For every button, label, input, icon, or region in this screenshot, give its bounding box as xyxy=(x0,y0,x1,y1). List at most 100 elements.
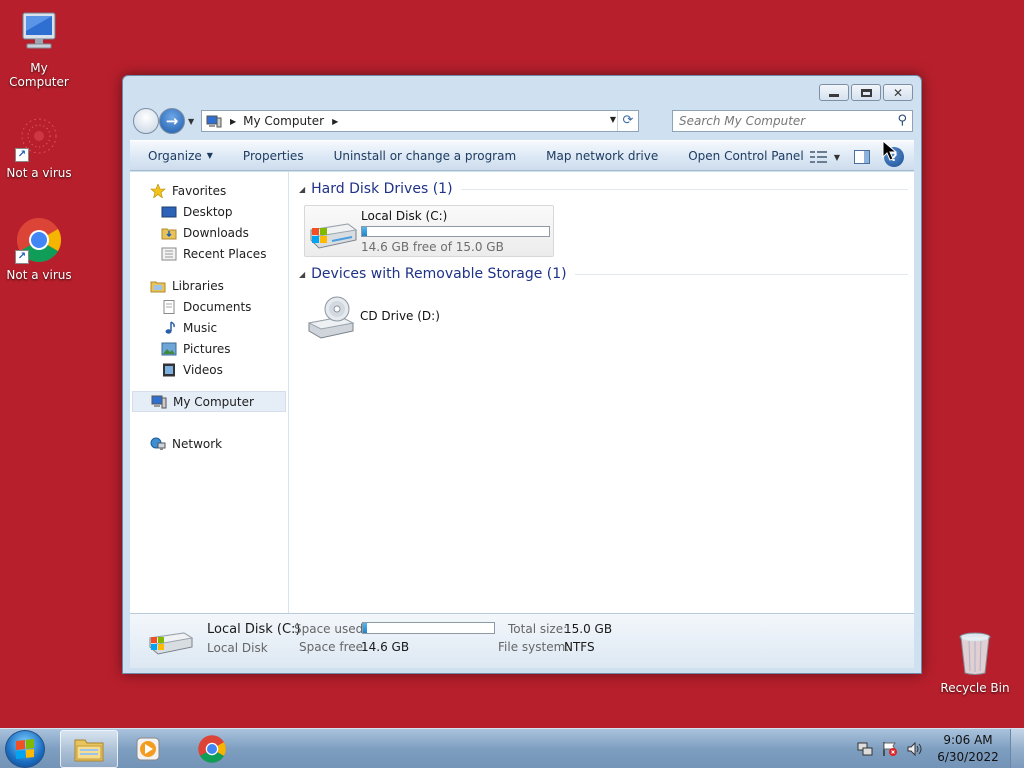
volume-icon[interactable] xyxy=(907,741,923,757)
minimize-button[interactable] xyxy=(819,84,849,101)
uninstall-program-button[interactable]: Uninstall or change a program xyxy=(319,141,532,170)
maximize-button[interactable] xyxy=(851,84,881,101)
change-view-button[interactable]: ▼ xyxy=(809,150,840,164)
breadcrumb-location[interactable]: My Computer xyxy=(243,114,324,128)
show-desktop-button[interactable] xyxy=(1010,729,1024,768)
window-controls: ✕ xyxy=(819,84,913,101)
nav-videos[interactable]: Videos xyxy=(130,359,288,380)
nav-my-computer[interactable]: My Computer xyxy=(132,391,286,412)
mouse-cursor-icon xyxy=(882,140,898,161)
nav-label: Recent Places xyxy=(183,246,267,261)
folder-icon xyxy=(74,739,104,762)
desktop-icon-label: My Computer xyxy=(9,61,69,89)
desktop-icon-my-computer[interactable]: My Computer xyxy=(0,9,79,89)
back-button[interactable] xyxy=(133,108,159,134)
close-button[interactable]: ✕ xyxy=(883,84,913,101)
map-network-drive-button[interactable]: Map network drive xyxy=(531,141,673,170)
breadcrumb-chevron-icon[interactable]: ▶ xyxy=(230,117,236,126)
drive-d-item[interactable]: CD Drive (D:) xyxy=(307,293,914,343)
search-input[interactable]: Search My Computer ⚲ xyxy=(672,110,913,132)
nav-label: Favorites xyxy=(172,183,227,198)
chevron-down-icon: ▼ xyxy=(206,151,213,160)
refresh-icon[interactable]: ⟳ xyxy=(617,111,638,131)
system-tray: 9:06 AM 6/30/2022 xyxy=(857,729,1024,768)
nav-pictures[interactable]: Pictures xyxy=(130,338,288,359)
breadcrumb-chevron-icon[interactable]: ▶ xyxy=(332,117,338,126)
properties-button[interactable]: Properties xyxy=(228,141,319,170)
preview-pane-icon[interactable] xyxy=(854,150,870,164)
recent-places-icon xyxy=(161,247,177,261)
address-bar[interactable]: ▶ My Computer ▶ ▼ ⟳ xyxy=(201,110,639,132)
action-center-flag-icon[interactable] xyxy=(882,741,898,757)
recent-pages-dropdown-icon[interactable]: ▼ xyxy=(188,117,194,126)
file-system-value: NTFS xyxy=(564,640,595,654)
drive-c-usage-bar xyxy=(361,226,550,237)
search-icon[interactable]: ⚲ xyxy=(897,113,907,128)
nav-favorites[interactable]: Favorites xyxy=(130,180,288,201)
group-header-label: Devices with Removable Storage (1) xyxy=(311,266,567,282)
divider xyxy=(574,273,908,275)
nav-label: Music xyxy=(183,320,218,335)
organize-label: Organize xyxy=(148,148,202,163)
drive-d-name: CD Drive (D:) xyxy=(360,309,440,323)
start-button[interactable] xyxy=(5,730,45,768)
open-control-panel-button[interactable]: Open Control Panel xyxy=(673,141,818,170)
address-dropdown-icon[interactable]: ▼ xyxy=(610,115,616,124)
computer-icon xyxy=(206,115,222,128)
pictures-icon xyxy=(161,342,177,356)
cd-drive-icon xyxy=(307,295,355,341)
explorer-window[interactable]: ✕ → ▼ ▶ My Computer ▶ ▼ ⟳ Search My Comp… xyxy=(122,75,922,674)
desktop-icon-label: Not a virus xyxy=(6,268,72,282)
details-pane: Local Disk (C:) Local Disk Space used: S… xyxy=(130,613,914,668)
nav-music[interactable]: Music xyxy=(130,317,288,338)
taskbar: 9:06 AM 6/30/2022 xyxy=(0,728,1024,768)
nav-desktop[interactable]: Desktop xyxy=(130,201,288,222)
nav-libraries[interactable]: Libraries xyxy=(130,275,288,296)
arrow-right-icon: → xyxy=(165,112,179,130)
taskbar-chrome-button[interactable] xyxy=(184,730,240,768)
address-row: → ▼ ▶ My Computer ▶ ▼ ⟳ Search My Comput… xyxy=(131,107,913,135)
close-icon: ✕ xyxy=(892,85,904,100)
libraries-icon xyxy=(150,279,166,293)
music-note-icon xyxy=(161,320,177,335)
group-header-label: Hard Disk Drives (1) xyxy=(311,181,453,197)
view-options-icon xyxy=(809,150,828,164)
nav-documents[interactable]: Documents xyxy=(130,296,288,317)
chevron-down-icon: ▼ xyxy=(833,152,840,162)
sparkle-app-icon: ↗ xyxy=(15,114,63,162)
organize-menu[interactable]: Organize ▼ xyxy=(130,141,228,170)
downloads-folder-icon xyxy=(161,226,177,240)
content-area: Favorites Desktop Downloads Recent Place… xyxy=(130,172,914,613)
clock-date: 6/30/2022 xyxy=(937,750,999,764)
collapse-triangle-icon: ◢ xyxy=(299,184,306,194)
nav-downloads[interactable]: Downloads xyxy=(130,222,288,243)
desktop-icon-not-a-virus-2[interactable]: ↗ Not a virus xyxy=(0,216,79,282)
group-hard-disk-drives[interactable]: ◢ Hard Disk Drives (1) xyxy=(299,178,914,200)
chrome-icon: ↗ xyxy=(15,216,63,264)
video-film-icon xyxy=(161,363,177,377)
taskbar-explorer-button[interactable] xyxy=(60,730,118,768)
nav-label: Network xyxy=(172,436,223,451)
recycle-bin-icon xyxy=(951,629,999,677)
desktop-icon-label: Recycle Bin xyxy=(940,681,1010,695)
total-size-value: 15.0 GB xyxy=(564,622,613,636)
nav-label: Libraries xyxy=(172,278,224,293)
space-free-label: Space free: xyxy=(299,640,368,654)
drive-c-item[interactable]: Local Disk (C:) 14.6 GB free of 15.0 GB xyxy=(304,205,554,257)
clock[interactable]: 9:06 AM 6/30/2022 xyxy=(932,732,1004,766)
nav-recent-places[interactable]: Recent Places xyxy=(130,243,288,264)
nav-network[interactable]: Network xyxy=(130,433,288,454)
taskbar-media-player-button[interactable] xyxy=(120,730,176,768)
documents-icon xyxy=(161,299,177,314)
desktop-icon-recycle-bin[interactable]: Recycle Bin xyxy=(935,629,1015,695)
maximize-icon xyxy=(860,88,872,97)
divider xyxy=(460,188,908,190)
nav-label: Desktop xyxy=(183,204,233,219)
details-drive-type: Local Disk xyxy=(207,641,268,655)
forward-button[interactable]: → xyxy=(159,108,185,134)
desktop-icon-not-a-virus-1[interactable]: ↗ Not a virus xyxy=(0,114,79,180)
group-removable-storage[interactable]: ◢ Devices with Removable Storage (1) xyxy=(299,263,914,285)
drive-c-usage-fill xyxy=(362,227,368,236)
network-tray-icon[interactable] xyxy=(857,741,873,757)
minimize-icon xyxy=(829,94,839,97)
